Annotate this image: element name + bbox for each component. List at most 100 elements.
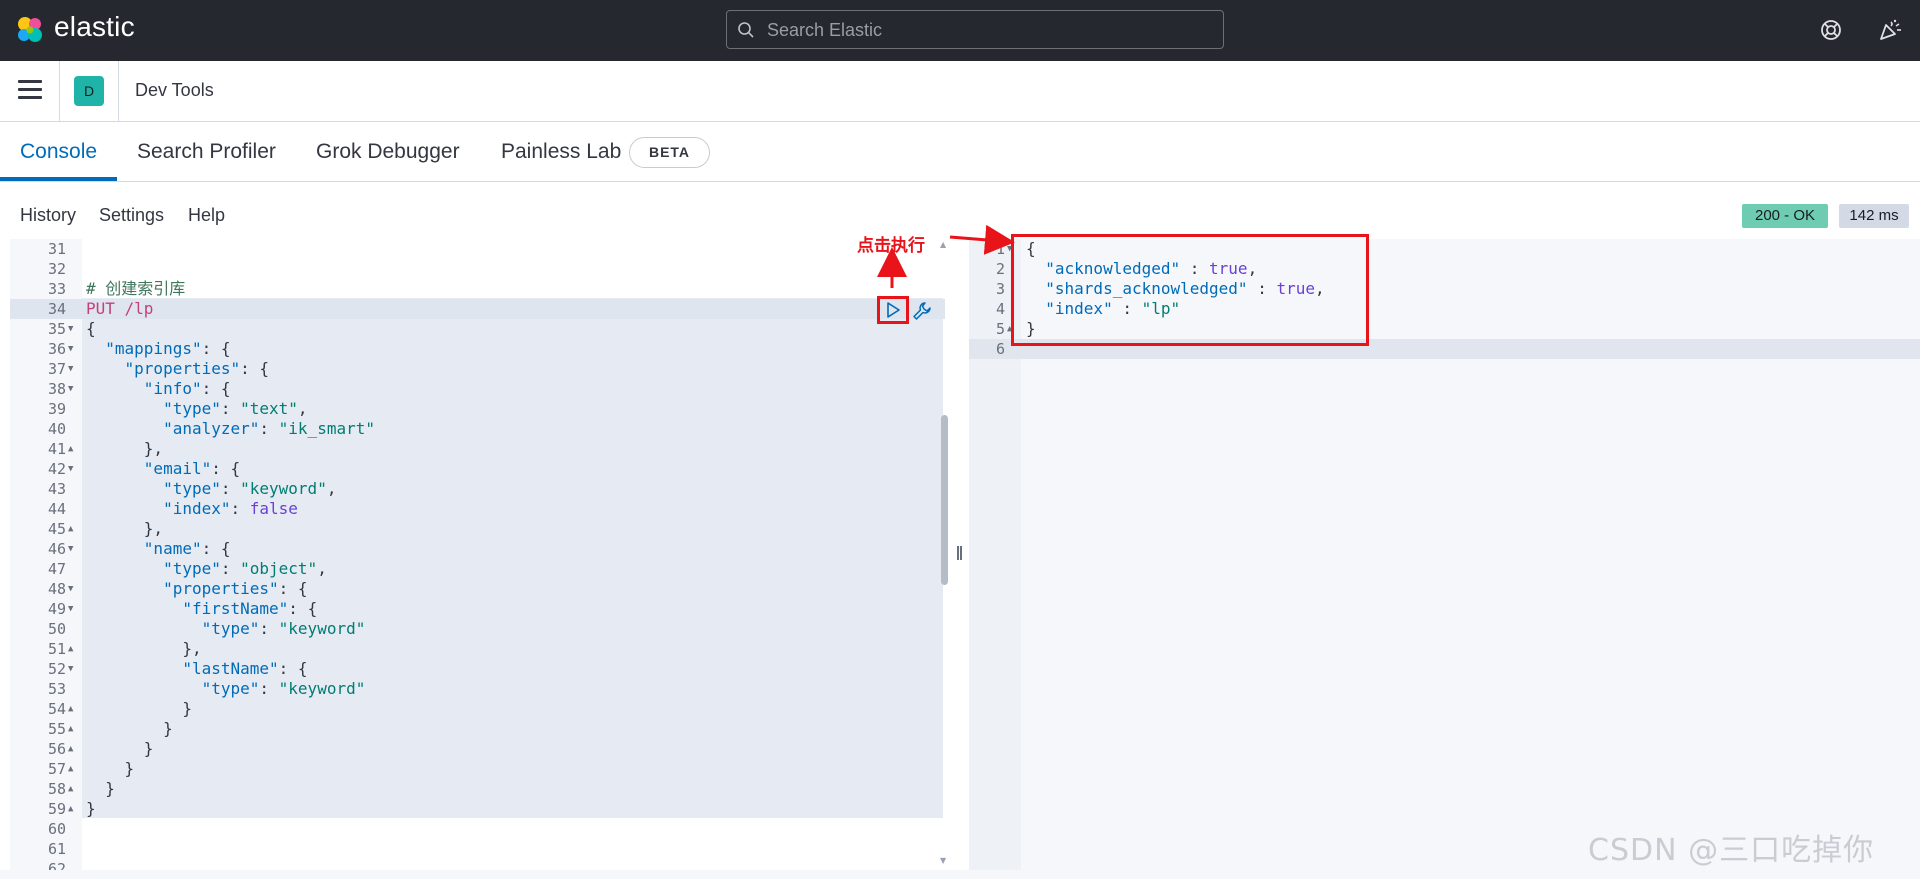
request-line[interactable]: 58 ▲ } [10,779,945,799]
help-link[interactable]: Help [188,205,225,226]
unfold-arrow-icon[interactable]: ▲ [68,439,73,459]
request-line[interactable]: 45 ▲ }, [10,519,945,539]
request-line[interactable]: 55 ▲ } [10,719,945,739]
unfold-arrow-icon[interactable]: ▲ [68,759,73,779]
request-line[interactable]: 43 "type": "keyword", [10,479,945,499]
unfold-arrow-icon[interactable]: ▲ [68,699,73,719]
code-text: } [86,699,192,718]
code-text: "analyzer": "ik_smart" [163,419,375,438]
request-line[interactable]: 35 ▼ { [10,319,945,339]
request-line[interactable]: 53 "type": "keyword" [10,679,945,699]
unfold-arrow-icon[interactable]: ▲ [68,739,73,759]
code-text: { [86,319,96,338]
request-editor[interactable]: 31 32 33 # 创建索引库 34 PUT /lp 35 ▼{36 ▼ "mappings"… [10,239,945,870]
request-line[interactable]: 33 # 创建索引库 [10,279,945,299]
line-number: 40 [47,420,66,438]
tab-painless-lab[interactable]: Painless Lab [501,140,621,164]
hamburger-menu-icon[interactable] [18,80,42,102]
watermark: CSDN @三口吃掉你 [1588,833,1875,868]
fold-arrow-icon[interactable]: ▼ [68,539,73,559]
line-number: 58 [47,780,66,798]
scroll-down-arrow-icon[interactable]: ▼ [940,856,946,865]
request-line[interactable]: 46 ▼ "name": { [10,539,945,559]
code-text: "properties": { [124,359,270,378]
unfold-arrow-icon[interactable]: ▲ [68,719,73,739]
resizer-grip-icon[interactable] [957,546,962,560]
request-line[interactable]: 34 PUT /lp [10,299,945,319]
code-text: }, [86,519,164,538]
unfold-arrow-icon[interactable]: ▲ [68,779,73,799]
request-line[interactable]: 59 ▲} [10,799,945,819]
request-line[interactable]: 47 "type": "object", [10,559,945,579]
line-number: 57 [47,760,66,778]
line-number: 38 [47,380,66,398]
request-line[interactable]: 41 ▲ }, [10,439,945,459]
editor-scrollbar[interactable] [941,415,948,585]
request-line[interactable]: 40 "analyzer": "ik_smart" [10,419,945,439]
search-input[interactable] [765,11,1209,50]
request-line[interactable]: 31 [10,239,945,259]
settings-link[interactable]: Settings [99,205,164,226]
global-search[interactable] [726,10,1224,50]
code-text: } [86,779,115,798]
request-line[interactable]: 42 ▼ "email": { [10,459,945,479]
breadcrumb-dev-tools[interactable]: Dev Tools [135,80,214,101]
scroll-up-arrow-icon[interactable]: ▲ [940,240,946,249]
request-line[interactable]: 44 "index": false [10,499,945,519]
breadcrumb-bar: D Dev Tools [0,61,1920,122]
line-number: 33 [47,280,66,298]
request-line[interactable]: 49 ▼ "firstName": { [10,599,945,619]
wrench-icon[interactable] [911,300,933,322]
request-line[interactable]: 36 ▼ "mappings": { [10,339,945,359]
request-line[interactable]: 60 [10,819,945,839]
fold-arrow-icon[interactable]: ▼ [68,459,73,479]
space-avatar[interactable]: D [74,76,104,106]
divider [59,61,60,122]
fold-arrow-icon[interactable]: ▼ [68,579,73,599]
line-number: 34 [47,300,66,318]
request-line[interactable]: 38 ▼ "info": { [10,379,945,399]
code-text: } [86,719,173,738]
unfold-arrow-icon[interactable]: ▲ [68,639,73,659]
tab-search-profiler[interactable]: Search Profiler [137,140,276,164]
code-text: "properties": { [163,579,308,598]
fold-arrow-icon[interactable]: ▼ [68,599,73,619]
line-number: 31 [47,240,66,258]
request-line[interactable]: 62 [10,859,945,870]
fold-arrow-icon[interactable]: ▼ [68,379,73,399]
tab-console[interactable]: Console [20,140,97,164]
line-number: 39 [47,400,66,418]
request-line[interactable]: 37 ▼ "properties": { [10,359,945,379]
line-number: 5 [995,320,1005,338]
line-number: 49 [47,600,66,618]
request-line[interactable]: 32 [10,259,945,279]
elastic-logo-icon[interactable] [14,14,46,46]
play-icon[interactable] [883,301,903,319]
request-line[interactable]: 57 ▲ } [10,759,945,779]
request-line[interactable]: 56 ▲ } [10,739,945,759]
request-line[interactable]: 61 [10,839,945,859]
fold-arrow-icon[interactable]: ▼ [68,319,73,339]
request-line[interactable]: 54 ▲ } [10,699,945,719]
line-number: 44 [47,500,66,518]
request-line[interactable]: 39 "type": "text", [10,399,945,419]
request-line[interactable]: 52 ▼ "lastName": { [10,659,945,679]
code-text: }, [86,639,202,658]
line-number: 60 [47,820,66,838]
elastic-logo-text[interactable]: elastic [54,11,135,43]
history-link[interactable]: History [20,205,76,226]
unfold-arrow-icon[interactable]: ▲ [68,799,73,819]
code-text: "info": { [143,379,231,398]
tab-grok-debugger[interactable]: Grok Debugger [316,140,460,164]
unfold-arrow-icon[interactable]: ▲ [68,519,73,539]
fold-arrow-icon[interactable]: ▼ [68,659,73,679]
request-line[interactable]: 51 ▲ }, [10,639,945,659]
line-number: 2 [995,260,1005,278]
request-line[interactable]: 50 "type": "keyword" [10,619,945,639]
code-text: } [86,759,135,778]
fold-arrow-icon[interactable]: ▼ [68,359,73,379]
help-lifebuoy-icon[interactable] [1819,18,1843,42]
newsfeed-cheer-icon[interactable] [1877,17,1903,43]
fold-arrow-icon[interactable]: ▼ [68,339,73,359]
request-line[interactable]: 48 ▼ "properties": { [10,579,945,599]
